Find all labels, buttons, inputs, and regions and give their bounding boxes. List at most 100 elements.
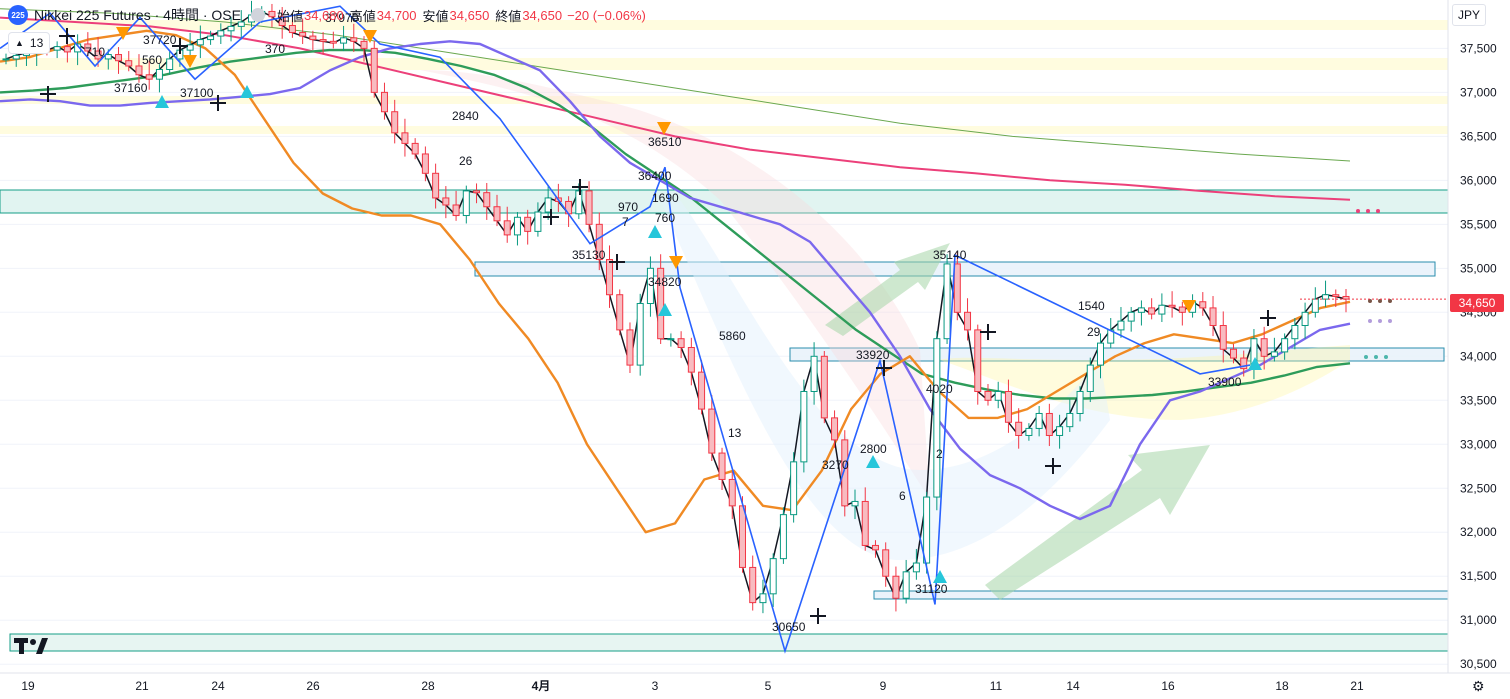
- candle-body: [1281, 338, 1289, 353]
- chart-annotation: 2: [936, 447, 943, 461]
- candle-body: [1045, 412, 1053, 436]
- candle-body: [636, 303, 644, 366]
- candle-body: [186, 44, 194, 51]
- open-label: 始値: [276, 8, 303, 24]
- candle-body: [135, 65, 143, 76]
- candle-body: [462, 190, 470, 217]
- candle-body: [831, 417, 839, 441]
- candle-body: [145, 74, 153, 80]
- chart-annotation: 4020: [926, 382, 953, 396]
- chart-annotation: 760: [655, 211, 675, 225]
- support-resistance-zone: [873, 590, 1449, 600]
- candle-body: [790, 461, 798, 516]
- last-price-tag: 34,650: [1450, 294, 1504, 312]
- candle-body: [319, 39, 327, 42]
- projection-dot: [1356, 209, 1360, 213]
- time-tick-label: 4月: [532, 679, 551, 693]
- close-value: 34,650: [522, 7, 563, 23]
- candle-body: [677, 338, 685, 348]
- time-tick-label: 5: [765, 679, 772, 693]
- chart-annotation: 970: [618, 200, 638, 214]
- candle-body: [779, 514, 787, 560]
- chevron-up-icon: ▲: [15, 38, 24, 48]
- candle-body: [738, 505, 746, 568]
- chart-annotation: 36400: [638, 169, 672, 183]
- candle-body: [391, 111, 399, 134]
- tradingview-logo[interactable]: [14, 636, 50, 656]
- candle-body: [155, 68, 163, 80]
- candle-body: [1137, 307, 1145, 313]
- time-tick-label: 21: [135, 679, 149, 693]
- candle-body: [53, 46, 61, 51]
- candle-body: [687, 346, 695, 373]
- candle-body: [1056, 426, 1064, 436]
- candle-body: [483, 192, 491, 208]
- candle-body: [473, 190, 481, 194]
- candle-body: [759, 593, 767, 604]
- candle-body: [984, 390, 992, 401]
- candle-body: [1178, 306, 1186, 313]
- candle-body: [1158, 304, 1166, 315]
- candle-body: [953, 263, 961, 313]
- candle-body: [800, 390, 808, 463]
- currency-selector[interactable]: JPY: [1452, 4, 1486, 26]
- candle-body: [299, 32, 307, 37]
- candle-body: [892, 575, 900, 599]
- price-tick-label: 32,000: [1460, 525, 1497, 539]
- projection-dot: [1384, 355, 1388, 359]
- candle-body: [718, 452, 726, 480]
- gear-icon[interactable]: ⚙: [1472, 678, 1485, 695]
- chart-annotation: 1690: [652, 191, 679, 205]
- chart-annotation: 7: [622, 215, 629, 229]
- candle-body: [1322, 294, 1330, 300]
- chart-annotation: 33920: [856, 348, 890, 362]
- candle-body: [1270, 351, 1278, 357]
- time-tick-label: 9: [880, 679, 887, 693]
- time-tick-label: 26: [306, 679, 320, 693]
- time-tick-label: 14: [1066, 679, 1080, 693]
- time-axis[interactable]: 19 21 24 26 28 4月 3 5 9 11 14 16 18 21: [0, 672, 1510, 693]
- chart-annotation: 37160: [114, 81, 148, 95]
- candle-body: [115, 54, 123, 62]
- candle-body: [350, 37, 358, 42]
- candle-body: [667, 338, 675, 341]
- candle-body: [861, 500, 869, 546]
- chart-annotation: 1540: [1078, 299, 1105, 313]
- price-tick-label: 32,500: [1460, 481, 1497, 495]
- candle-body: [851, 500, 859, 507]
- time-tick-label: 3: [652, 679, 659, 693]
- chart-annotation: 35130: [572, 248, 606, 262]
- price-tick-label: 37,000: [1460, 85, 1497, 99]
- candle-body: [309, 35, 317, 41]
- candle-body: [104, 54, 112, 60]
- candle-body: [626, 329, 634, 366]
- chart-annotation: 35140: [933, 248, 967, 262]
- chart-annotation: 560: [142, 53, 162, 67]
- projection-dot: [1376, 209, 1380, 213]
- indicators-toggle[interactable]: ▲ 13: [8, 32, 51, 54]
- price-tick-label: 31,500: [1460, 569, 1497, 583]
- symbol-title[interactable]: Nikkei 225 Futures · 4時間 · OSE: [34, 5, 241, 25]
- symbol-logo[interactable]: 225: [8, 5, 28, 25]
- candle-body: [401, 132, 409, 144]
- chart-annotation: 710: [85, 45, 105, 59]
- price-tick-label: 34,000: [1460, 349, 1497, 363]
- candle-body: [432, 172, 440, 199]
- price-axis[interactable]: 37,50037,00036,50036,00035,50035,00034,5…: [1447, 0, 1510, 699]
- time-tick-label: 19: [21, 679, 35, 693]
- chart-annotation: 6: [899, 489, 906, 503]
- projection-dot: [1364, 355, 1368, 359]
- candle-body: [524, 216, 532, 232]
- candle-body: [12, 54, 20, 60]
- candle-body: [749, 566, 757, 604]
- price-tick-label: 33,500: [1460, 393, 1497, 407]
- chart-area[interactable]: 379703772071056037037160 3710028402636510…: [0, 0, 1510, 699]
- time-tick-label: 16: [1161, 679, 1175, 693]
- candle-body: [912, 562, 920, 573]
- price-tick-label: 33,000: [1460, 437, 1497, 451]
- chart-annotation: 30650: [772, 620, 806, 634]
- candle-body: [769, 558, 777, 595]
- candle-body: [1097, 342, 1105, 366]
- candle-body: [442, 197, 450, 206]
- price-tick-label: 36,500: [1460, 129, 1497, 143]
